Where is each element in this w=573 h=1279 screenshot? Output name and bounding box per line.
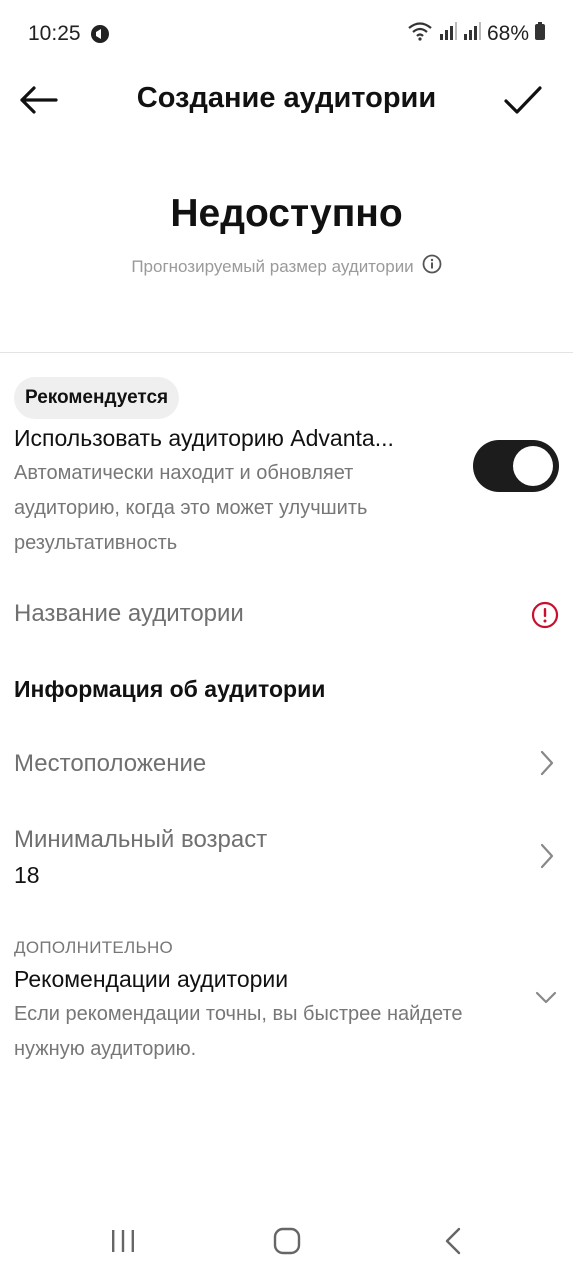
notification-icon	[90, 24, 110, 49]
recent-apps-icon	[112, 1230, 134, 1252]
signal-icon	[439, 22, 457, 45]
audience-size-label-row: Прогнозируемый размер аудитории	[0, 254, 573, 279]
chevron-left-icon	[445, 1227, 461, 1255]
signal-icon-2	[463, 22, 481, 45]
checkmark-icon	[504, 86, 542, 114]
min-age-row[interactable]: Минимальный возраст	[14, 826, 267, 854]
audience-size-value: Недоступно	[170, 192, 403, 235]
status-bar: 10:25 68%	[0, 0, 573, 70]
battery-level: 68%	[486, 21, 529, 45]
status-time: 10:25	[28, 22, 81, 45]
recent-apps-button[interactable]	[98, 1219, 148, 1263]
advantage-audience-title: Использовать аудиторию Advanta...	[14, 425, 394, 451]
info-icon[interactable]	[422, 254, 442, 279]
toggle-knob	[513, 446, 553, 486]
audience-size-label: Прогнозируемый размер аудитории	[131, 256, 414, 276]
status-indicators: 68%	[407, 21, 545, 46]
battery-icon	[535, 22, 545, 45]
audience-info-heading: Информация об аудитории	[14, 676, 326, 702]
chevron-down-icon[interactable]	[535, 990, 557, 1011]
chevron-right-icon[interactable]	[539, 750, 555, 781]
system-back-button[interactable]	[428, 1219, 478, 1263]
advantage-audience-description: Автоматически находит и обновляет аудито…	[14, 462, 368, 554]
divider	[0, 352, 573, 353]
home-icon	[273, 1227, 301, 1255]
audience-suggestions-title[interactable]: Рекомендации аудитории	[14, 966, 288, 993]
min-age-value: 18	[14, 862, 40, 888]
advantage-audience-toggle[interactable]	[473, 440, 559, 492]
wifi-icon	[407, 21, 433, 46]
advanced-caption: ДОПОЛНИТЕЛЬНО	[14, 938, 174, 957]
location-row[interactable]: Местоположение	[14, 750, 206, 778]
audience-suggestions-description: Если рекомендации точны, вы быстрее найд…	[14, 1003, 463, 1060]
error-icon	[531, 601, 559, 634]
system-nav-bar	[0, 1205, 573, 1275]
top-app-bar: Создание аудитории	[0, 70, 573, 130]
recommended-badge: Рекомендуется	[14, 377, 180, 419]
home-button[interactable]	[262, 1219, 312, 1263]
page-title: Создание аудитории	[136, 82, 437, 114]
audience-name-field[interactable]: Название аудитории	[14, 600, 244, 628]
confirm-button[interactable]	[499, 78, 547, 122]
chevron-right-icon[interactable]	[539, 843, 555, 874]
